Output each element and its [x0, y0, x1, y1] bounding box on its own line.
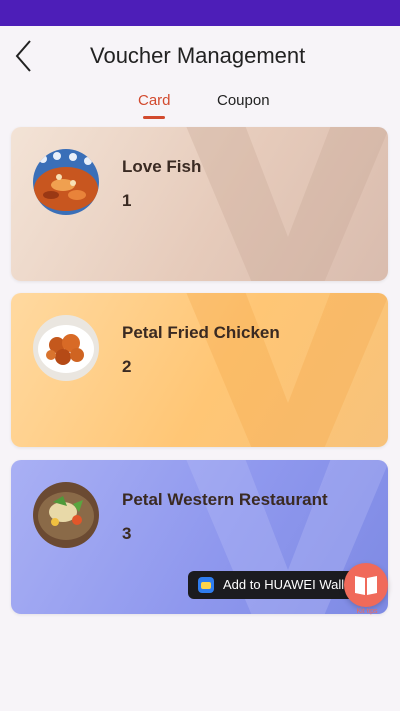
- card-title: Petal Western Restaurant: [122, 490, 328, 509]
- page-title: Voucher Management: [90, 43, 306, 68]
- kit-tips-button[interactable]: [344, 563, 388, 607]
- food-image: [33, 315, 99, 381]
- tab-bar: Card Coupon: [0, 90, 400, 122]
- tab-card[interactable]: Card: [138, 92, 171, 109]
- voucher-card-petal-fried-chicken[interactable]: Petal Fried Chicken 2: [11, 293, 388, 447]
- card-count: 1: [122, 191, 132, 210]
- card-background-v-shape: [186, 127, 388, 281]
- card-count: 3: [122, 524, 132, 543]
- header: Voucher Management: [0, 26, 400, 84]
- active-tab-indicator: [143, 116, 165, 119]
- food-image: [33, 149, 99, 215]
- card-count: 2: [122, 357, 132, 376]
- food-image: [33, 482, 99, 548]
- card-background-v-shape: [186, 293, 388, 447]
- back-button[interactable]: [12, 38, 38, 74]
- card-title: Petal Fried Chicken: [122, 323, 280, 342]
- add-to-huawei-wallet-button[interactable]: Add to HUAWEI Wall: [188, 571, 366, 599]
- kit-tips-label: Kit tips: [356, 608, 378, 615]
- wallet-icon: [198, 577, 214, 593]
- wallet-button-label: Add to HUAWEI Wall: [223, 577, 345, 592]
- tab-coupon[interactable]: Coupon: [217, 92, 270, 109]
- voucher-card-love-fish[interactable]: Love Fish 1: [11, 127, 388, 281]
- status-bar: [0, 0, 400, 26]
- book-icon: [355, 576, 377, 595]
- card-title: Love Fish: [122, 157, 202, 176]
- back-arrow-icon: [15, 40, 31, 72]
